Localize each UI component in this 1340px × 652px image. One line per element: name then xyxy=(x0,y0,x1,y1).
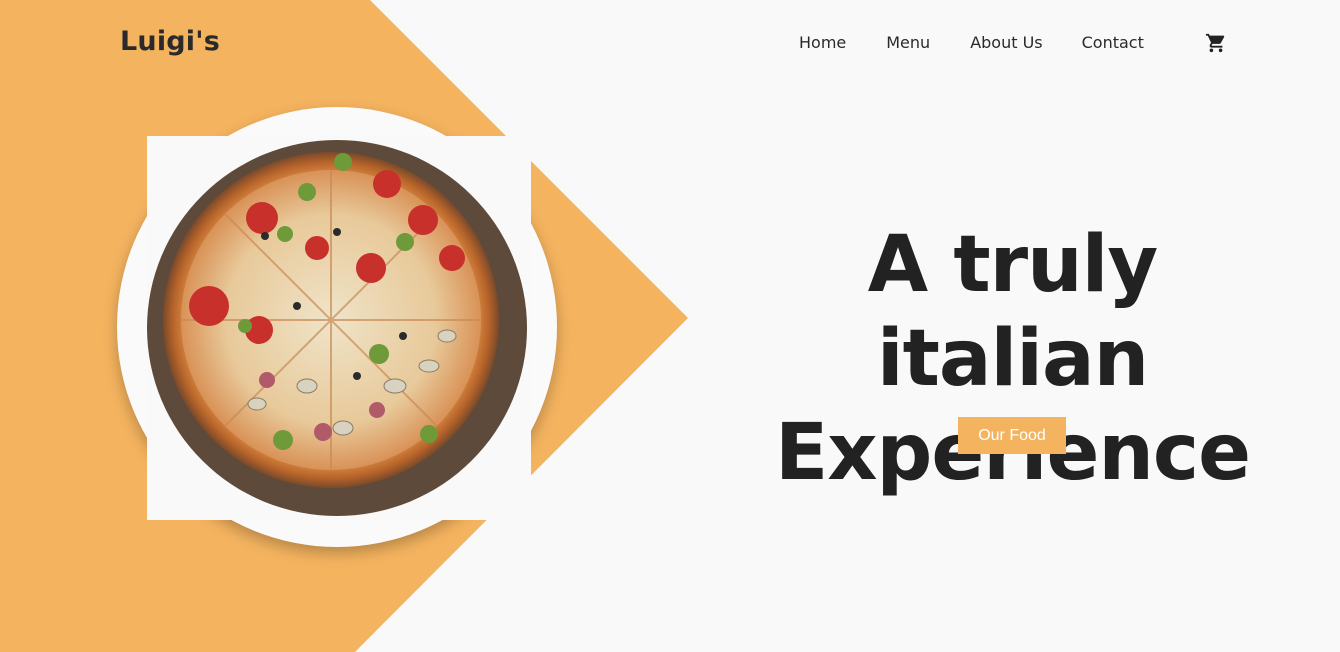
brand-logo[interactable]: Luigi's xyxy=(120,26,220,57)
nav-menu[interactable]: Menu xyxy=(886,33,930,52)
nav-contact[interactable]: Contact xyxy=(1082,33,1144,52)
hero-headline: A truly italian Experience xyxy=(740,218,1285,500)
nav-home[interactable]: Home xyxy=(799,33,846,52)
nav-about-us[interactable]: About Us xyxy=(970,33,1042,52)
main-nav: Home Menu About Us Contact xyxy=(799,33,1144,52)
hero-headline-line1: A truly italian xyxy=(867,220,1158,404)
pizza-image xyxy=(147,136,531,520)
shopping-cart-icon[interactable] xyxy=(1205,32,1227,54)
our-food-button[interactable]: Our Food xyxy=(958,417,1066,454)
